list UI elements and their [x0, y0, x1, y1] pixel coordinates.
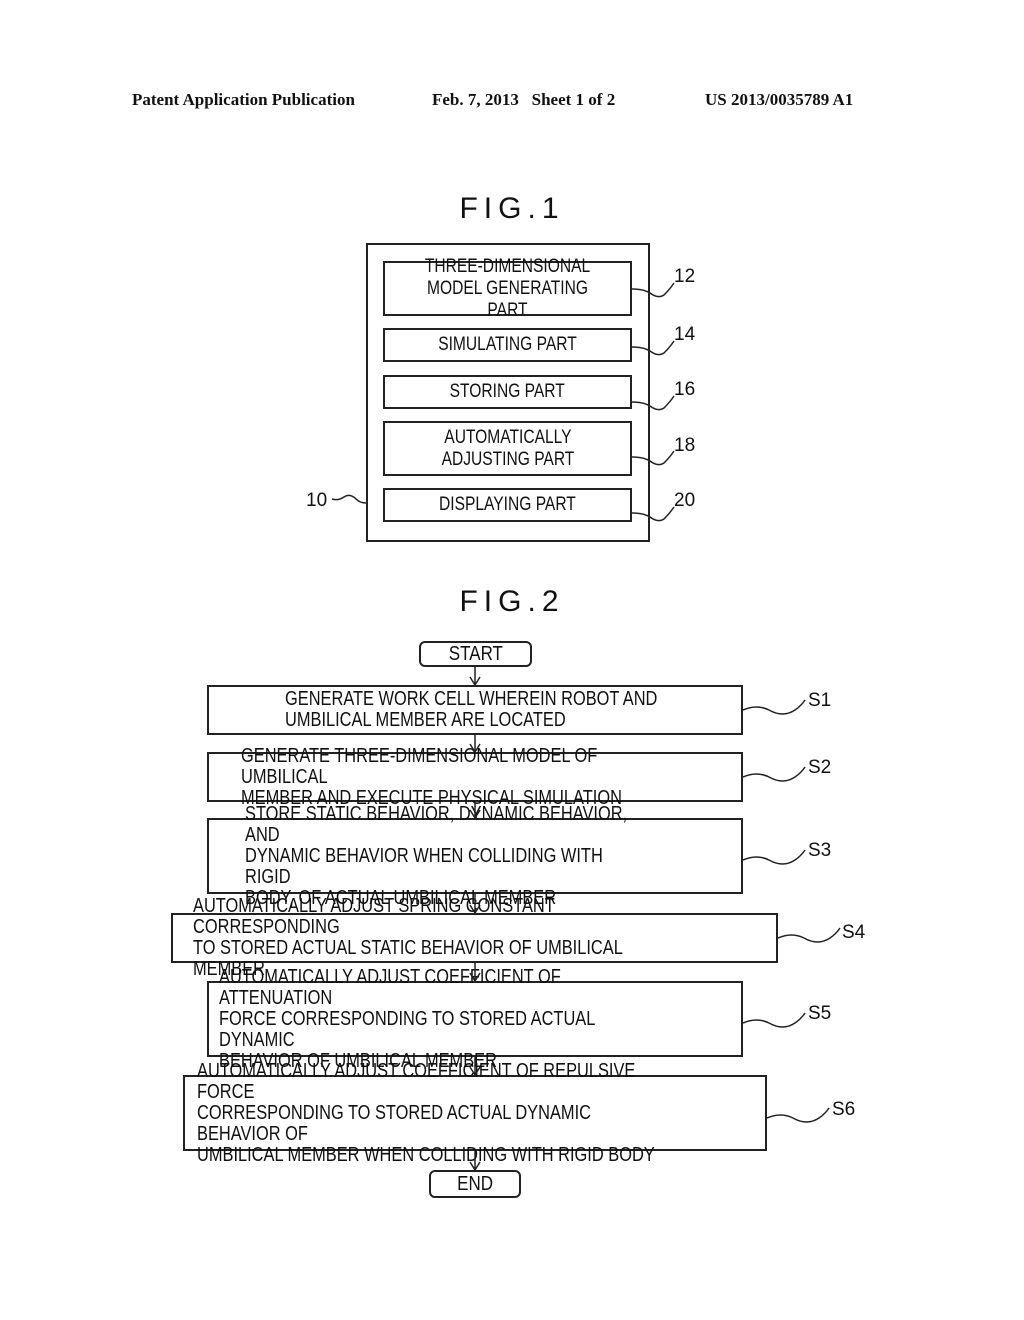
leader-18	[631, 450, 675, 466]
leader-s5	[742, 1012, 806, 1028]
leader-16	[631, 395, 675, 411]
leader-s4	[777, 927, 841, 943]
arrow-s5-s6	[469, 1057, 481, 1077]
arrow-s1-s2	[469, 735, 481, 754]
arrow-s4-s5	[469, 963, 481, 983]
leader-s6	[766, 1107, 830, 1123]
leader-14	[631, 340, 675, 356]
leader-10	[331, 494, 367, 504]
leader-s3	[742, 849, 806, 865]
leader-12	[631, 282, 675, 298]
arrow-start-s1	[469, 667, 481, 687]
arrow-s3-s4	[469, 894, 481, 915]
leader-s2	[742, 766, 806, 782]
arrow-s2-s3	[469, 802, 481, 820]
leader-20	[631, 506, 675, 522]
arrow-s6-end	[469, 1151, 481, 1172]
leader-s1	[742, 699, 806, 715]
connector-lines	[331, 282, 841, 1172]
